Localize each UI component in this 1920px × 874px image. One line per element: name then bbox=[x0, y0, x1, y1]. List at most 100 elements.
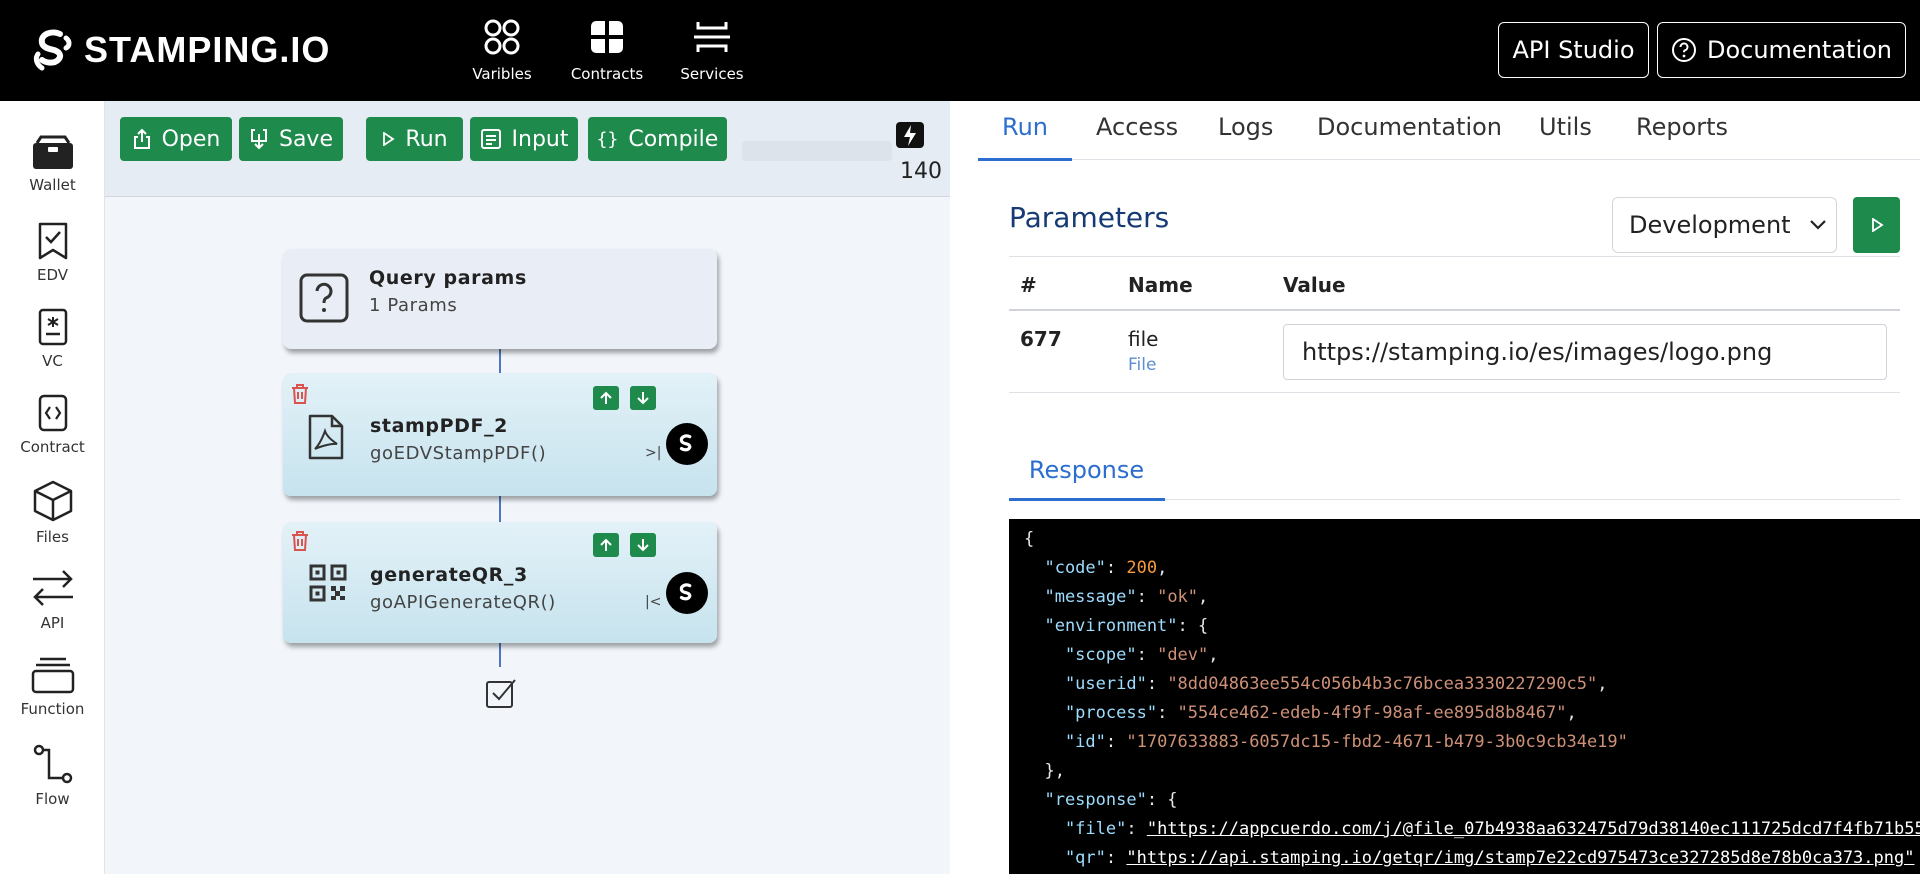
sidebar-item-contract[interactable]: Contract bbox=[0, 393, 105, 456]
table-row-divider bbox=[1009, 392, 1900, 393]
code-token: 200 bbox=[1126, 558, 1158, 578]
code-line: "userid": "8dd04863ee554c056b4b3c76bcea3… bbox=[1024, 670, 1920, 699]
sidebar-item-flow-label: Flow bbox=[35, 790, 70, 808]
sidebar-item-contract-label: Contract bbox=[20, 438, 85, 456]
tab-response[interactable]: Response bbox=[1009, 439, 1164, 501]
input-label: Input bbox=[511, 126, 569, 152]
response-link[interactable]: "https://appcuerdo.com/j/@file_07b4938aa… bbox=[1147, 819, 1920, 839]
tab-reports[interactable]: Reports bbox=[1636, 113, 1728, 141]
nav-varibles[interactable]: Varibles bbox=[452, 18, 552, 83]
code-file-icon bbox=[38, 394, 67, 432]
sidebar-item-files[interactable]: Files bbox=[0, 479, 105, 546]
open-button[interactable]: Open bbox=[120, 117, 232, 161]
code-token: }, bbox=[1024, 761, 1065, 781]
trash-icon[interactable] bbox=[289, 530, 311, 552]
response-json-viewer[interactable]: { "code": 200, "message": "ok", "environ… bbox=[1009, 519, 1920, 874]
input-button[interactable]: Input bbox=[470, 117, 578, 161]
sidebar-item-function[interactable]: Function bbox=[0, 655, 105, 718]
nav-services[interactable]: Services bbox=[662, 18, 762, 83]
code-line: "process": "554ce462-edeb-4f9f-98af-ee89… bbox=[1024, 699, 1920, 728]
code-token: : bbox=[1105, 558, 1127, 578]
code-token: : bbox=[1105, 732, 1127, 752]
code-token: : bbox=[1157, 703, 1178, 723]
logo[interactable]: STAMPING.IO bbox=[30, 26, 330, 74]
tab-run[interactable]: Run bbox=[1002, 113, 1048, 141]
tab-access[interactable]: Access bbox=[1096, 113, 1178, 141]
code-line: "message": "ok", bbox=[1024, 583, 1920, 612]
arrow-up-icon bbox=[600, 391, 612, 404]
code-token: "qr" bbox=[1024, 848, 1106, 868]
api-studio-button[interactable]: API Studio bbox=[1498, 22, 1649, 78]
move-down-button[interactable] bbox=[630, 533, 656, 557]
move-up-button[interactable] bbox=[593, 533, 619, 557]
code-token: "8dd04863ee554c056b4b3c76bcea3330227290c… bbox=[1167, 674, 1598, 694]
clover-icon bbox=[591, 21, 623, 53]
token-counter: 140 bbox=[900, 159, 942, 184]
save-button[interactable]: Save bbox=[239, 117, 343, 161]
progress-track bbox=[742, 141, 892, 161]
column-header-value: Value bbox=[1283, 273, 1346, 297]
compile-button[interactable]: {} Compile bbox=[588, 117, 727, 161]
node-marker: >| bbox=[645, 445, 662, 461]
stamping-badge-icon[interactable] bbox=[666, 423, 708, 465]
stamping-badge-icon[interactable] bbox=[666, 572, 708, 614]
code-line: "scope": "dev", bbox=[1024, 641, 1920, 670]
code-token: "process" bbox=[1024, 703, 1158, 723]
param-type: File bbox=[1128, 355, 1157, 375]
tab-utils[interactable]: Utils bbox=[1539, 113, 1592, 141]
code-line: "qr": "https://api.stamping.io/getqr/img… bbox=[1024, 844, 1920, 873]
stamping-logo-icon bbox=[33, 29, 72, 71]
environment-select[interactable]: Development bbox=[1612, 197, 1837, 253]
sidebar-item-wallet[interactable]: Wallet bbox=[0, 135, 105, 194]
response-link[interactable]: "https://api.stamping.io/getqr/img/stamp… bbox=[1126, 848, 1914, 868]
top-bar: STAMPING.IO Varibles Contracts Services … bbox=[0, 0, 1920, 101]
upload-icon bbox=[133, 128, 150, 149]
response-tab-indicator bbox=[1009, 498, 1165, 501]
download-icon bbox=[250, 129, 267, 150]
sidebar-item-flow[interactable]: Flow bbox=[0, 743, 105, 808]
node-title: generateQR_3 bbox=[370, 564, 528, 586]
tabs-divider bbox=[978, 159, 1920, 160]
table-divider bbox=[1009, 256, 1900, 257]
four-circles-icon bbox=[484, 19, 520, 55]
nav-contracts[interactable]: Contracts bbox=[557, 18, 657, 83]
sidebar-item-api[interactable]: API bbox=[0, 567, 105, 632]
arrow-down-icon bbox=[637, 539, 649, 552]
code-token: "id" bbox=[1024, 732, 1106, 752]
save-label: Save bbox=[278, 126, 333, 152]
param-value-input[interactable]: https://stamping.io/es/images/logo.png bbox=[1283, 324, 1887, 380]
run-button[interactable]: Run bbox=[366, 117, 463, 161]
param-id: 677 bbox=[1020, 327, 1062, 351]
documentation-button[interactable]: Documentation bbox=[1657, 22, 1906, 78]
end-check-icon bbox=[486, 679, 516, 708]
tab-documentation[interactable]: Documentation bbox=[1317, 113, 1502, 141]
node-title: stampPDF_2 bbox=[370, 415, 509, 437]
move-up-button[interactable] bbox=[593, 386, 619, 410]
flow-editor: Open Save Run Input {} Compile 140 Query… bbox=[105, 101, 950, 874]
parameters-title: Parameters bbox=[1009, 201, 1170, 234]
sidebar-item-edv[interactable]: EDV bbox=[0, 221, 105, 284]
code-token: "554ce462-edeb-4f9f-98af-ee895d8b8467" bbox=[1177, 703, 1567, 723]
documentation-label: Documentation bbox=[1706, 36, 1892, 64]
code-token: : bbox=[1136, 645, 1158, 665]
nav-services-label: Services bbox=[680, 65, 744, 83]
query-params-node[interactable]: Query params 1 Params bbox=[283, 249, 717, 349]
code-line: { bbox=[1024, 525, 1920, 554]
code-token: : bbox=[1126, 819, 1147, 839]
code-line: "environment": { bbox=[1024, 612, 1920, 641]
help-circle-icon bbox=[1671, 38, 1696, 62]
run-parameters-button[interactable] bbox=[1853, 197, 1900, 253]
move-down-button[interactable] bbox=[630, 386, 656, 410]
code-line: "id": "1707633883-6057dc15-fbd2-4671-b47… bbox=[1024, 728, 1920, 757]
param-name: file bbox=[1128, 327, 1159, 351]
trash-icon[interactable] bbox=[289, 383, 311, 405]
arrow-down-icon bbox=[637, 392, 649, 405]
tab-logs[interactable]: Logs bbox=[1218, 113, 1273, 141]
compile-label: Compile bbox=[628, 126, 719, 152]
code-token: "dev" bbox=[1157, 645, 1209, 665]
code-token: , bbox=[1566, 703, 1577, 723]
function-node[interactable]: generateQR_3 goAPIGenerateQR() |< bbox=[283, 522, 717, 643]
sidebar-item-vc[interactable]: VC bbox=[0, 307, 105, 370]
function-node[interactable]: stampPDF_2 goEDVStampPDF() >| bbox=[283, 373, 717, 496]
code-line: "response": { bbox=[1024, 786, 1920, 815]
